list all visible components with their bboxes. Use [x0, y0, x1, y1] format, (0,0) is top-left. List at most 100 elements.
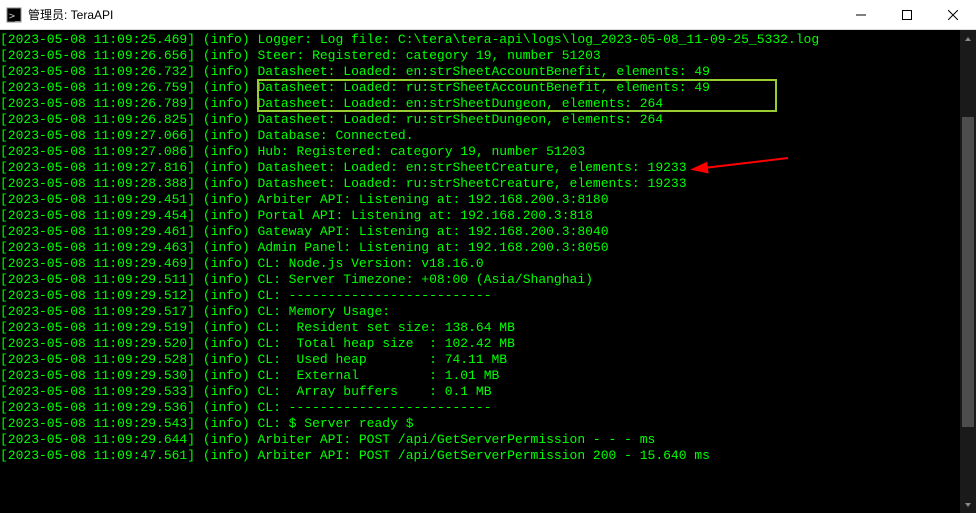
scroll-down-button[interactable]	[960, 496, 976, 513]
log-line: [2023-05-08 11:09:29.451] (info) Arbiter…	[0, 192, 976, 208]
log-line: [2023-05-08 11:09:29.511] (info) CL: Ser…	[0, 272, 976, 288]
maximize-button[interactable]	[884, 0, 930, 30]
log-message: Admin Panel: Listening at: 192.168.200.3…	[257, 240, 608, 256]
log-level: (info)	[195, 208, 257, 224]
log-message: Datasheet: Loaded: en:strSheetDungeon, e…	[257, 96, 663, 112]
log-line: [2023-05-08 11:09:26.759] (info) Datashe…	[0, 80, 976, 96]
log-timestamp: [2023-05-08 11:09:26.656]	[0, 48, 195, 64]
log-timestamp: [2023-05-08 11:09:29.520]	[0, 336, 195, 352]
window-title: 管理员: TeraAPI	[28, 6, 113, 23]
log-message: Datasheet: Loaded: en:strSheetCreature, …	[257, 160, 686, 176]
log-message: Database: Connected.	[257, 128, 413, 144]
log-level: (info)	[195, 304, 257, 320]
log-message: CL: Node.js Version: v18.16.0	[257, 256, 483, 272]
log-level: (info)	[195, 160, 257, 176]
log-timestamp: [2023-05-08 11:09:29.461]	[0, 224, 195, 240]
log-timestamp: [2023-05-08 11:09:27.066]	[0, 128, 195, 144]
log-level: (info)	[195, 272, 257, 288]
log-line: [2023-05-08 11:09:29.520] (info) CL: Tot…	[0, 336, 976, 352]
log-message: Arbiter API: POST /api/GetServerPermissi…	[257, 448, 709, 464]
log-level: (info)	[195, 320, 257, 336]
log-line: [2023-05-08 11:09:27.816] (info) Datashe…	[0, 160, 976, 176]
log-level: (info)	[195, 352, 257, 368]
log-message: Datasheet: Loaded: en:strSheetAccountBen…	[257, 64, 709, 80]
log-line: [2023-05-08 11:09:26.825] (info) Datashe…	[0, 112, 976, 128]
log-timestamp: [2023-05-08 11:09:29.533]	[0, 384, 195, 400]
log-level: (info)	[195, 432, 257, 448]
log-line: [2023-05-08 11:09:28.388] (info) Datashe…	[0, 176, 976, 192]
log-message: Logger: Log file: C:\tera\tera-api\logs\…	[257, 32, 819, 48]
svg-text:>_: >_	[9, 11, 22, 22]
log-message: CL: $ Server ready $	[257, 416, 413, 432]
scroll-thumb[interactable]	[962, 117, 974, 427]
log-line: [2023-05-08 11:09:29.536] (info) CL: ---…	[0, 400, 976, 416]
log-message: Steer: Registered: category 19, number 5…	[257, 48, 600, 64]
log-timestamp: [2023-05-08 11:09:29.519]	[0, 320, 195, 336]
scroll-track[interactable]	[960, 47, 976, 496]
log-timestamp: [2023-05-08 11:09:29.530]	[0, 368, 195, 384]
log-timestamp: [2023-05-08 11:09:26.825]	[0, 112, 195, 128]
log-level: (info)	[195, 192, 257, 208]
log-timestamp: [2023-05-08 11:09:29.469]	[0, 256, 195, 272]
log-line: [2023-05-08 11:09:29.519] (info) CL: Res…	[0, 320, 976, 336]
log-level: (info)	[195, 288, 257, 304]
log-message: Gateway API: Listening at: 192.168.200.3…	[257, 224, 608, 240]
close-button[interactable]	[930, 0, 976, 30]
log-level: (info)	[195, 368, 257, 384]
log-level: (info)	[195, 400, 257, 416]
log-timestamp: [2023-05-08 11:09:28.388]	[0, 176, 195, 192]
log-line: [2023-05-08 11:09:29.528] (info) CL: Use…	[0, 352, 976, 368]
log-level: (info)	[195, 144, 257, 160]
log-level: (info)	[195, 240, 257, 256]
log-timestamp: [2023-05-08 11:09:29.528]	[0, 352, 195, 368]
log-level: (info)	[195, 80, 257, 96]
log-line: [2023-05-08 11:09:47.561] (info) Arbiter…	[0, 448, 976, 464]
log-line: [2023-05-08 11:09:29.454] (info) Portal …	[0, 208, 976, 224]
title-bar[interactable]: >_ 管理员: TeraAPI	[0, 0, 976, 30]
log-line: [2023-05-08 11:09:29.469] (info) CL: Nod…	[0, 256, 976, 272]
terminal-output: [2023-05-08 11:09:25.469] (info) Logger:…	[0, 30, 976, 464]
log-level: (info)	[195, 384, 257, 400]
log-level: (info)	[195, 224, 257, 240]
log-message: Datasheet: Loaded: ru:strSheetAccountBen…	[257, 80, 709, 96]
log-line: [2023-05-08 11:09:29.530] (info) CL: Ext…	[0, 368, 976, 384]
log-timestamp: [2023-05-08 11:09:29.536]	[0, 400, 195, 416]
log-level: (info)	[195, 256, 257, 272]
log-timestamp: [2023-05-08 11:09:29.454]	[0, 208, 195, 224]
log-level: (info)	[195, 32, 257, 48]
log-timestamp: [2023-05-08 11:09:29.451]	[0, 192, 195, 208]
log-line: [2023-05-08 11:09:26.732] (info) Datashe…	[0, 64, 976, 80]
log-message: CL: Memory Usage:	[257, 304, 390, 320]
log-level: (info)	[195, 416, 257, 432]
log-message: Datasheet: Loaded: ru:strSheetDungeon, e…	[257, 112, 663, 128]
log-timestamp: [2023-05-08 11:09:26.759]	[0, 80, 195, 96]
log-timestamp: [2023-05-08 11:09:25.469]	[0, 32, 195, 48]
terminal-area[interactable]: [2023-05-08 11:09:25.469] (info) Logger:…	[0, 30, 976, 513]
log-level: (info)	[195, 128, 257, 144]
scrollbar[interactable]	[960, 30, 976, 513]
log-message: CL: --------------------------	[257, 400, 491, 416]
log-message: CL: External : 1.01 MB	[257, 368, 499, 384]
log-level: (info)	[195, 112, 257, 128]
log-timestamp: [2023-05-08 11:09:29.543]	[0, 416, 195, 432]
scroll-up-button[interactable]	[960, 30, 976, 47]
log-level: (info)	[195, 96, 257, 112]
log-message: CL: Resident set size: 138.64 MB	[257, 320, 514, 336]
log-message: CL: Server Timezone: +08:00 (Asia/Shangh…	[257, 272, 592, 288]
log-line: [2023-05-08 11:09:29.512] (info) CL: ---…	[0, 288, 976, 304]
log-timestamp: [2023-05-08 11:09:27.086]	[0, 144, 195, 160]
minimize-button[interactable]	[838, 0, 884, 30]
log-message: CL: Total heap size : 102.42 MB	[257, 336, 514, 352]
log-level: (info)	[195, 336, 257, 352]
log-message: Arbiter API: POST /api/GetServerPermissi…	[257, 432, 655, 448]
log-level: (info)	[195, 48, 257, 64]
log-level: (info)	[195, 448, 257, 464]
log-message: CL: Array buffers : 0.1 MB	[257, 384, 491, 400]
log-timestamp: [2023-05-08 11:09:29.644]	[0, 432, 195, 448]
log-timestamp: [2023-05-08 11:09:29.517]	[0, 304, 195, 320]
log-line: [2023-05-08 11:09:26.656] (info) Steer: …	[0, 48, 976, 64]
log-message: CL: --------------------------	[257, 288, 491, 304]
log-timestamp: [2023-05-08 11:09:47.561]	[0, 448, 195, 464]
log-timestamp: [2023-05-08 11:09:26.789]	[0, 96, 195, 112]
log-message: Hub: Registered: category 19, number 512…	[257, 144, 585, 160]
